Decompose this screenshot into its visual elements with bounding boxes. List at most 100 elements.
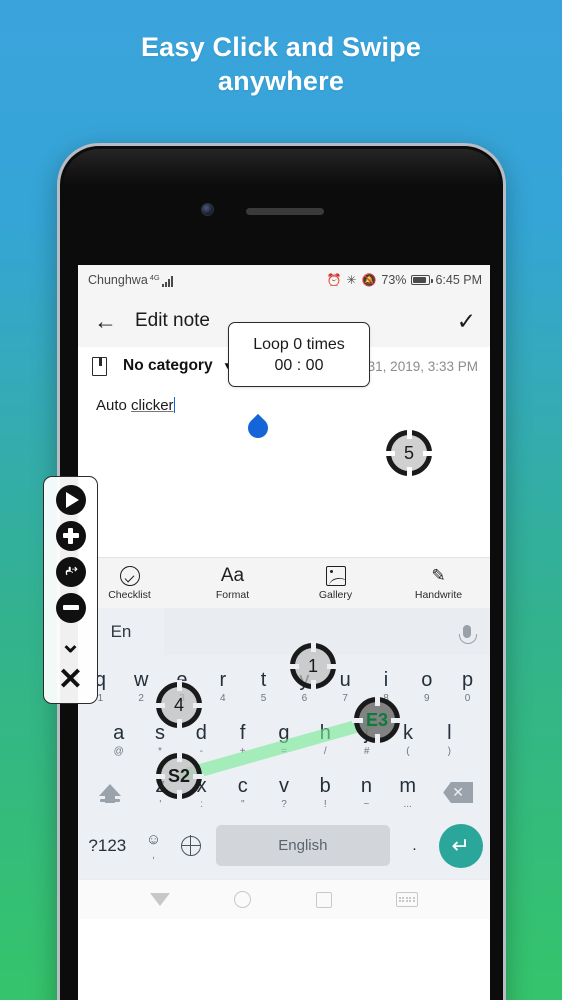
floating-control-panel[interactable]: ⌄ ✕ bbox=[43, 476, 98, 704]
checklist-icon bbox=[119, 565, 140, 586]
click-target-5[interactable]: 5 bbox=[384, 428, 434, 478]
collapse-button[interactable]: ⌄ bbox=[52, 627, 90, 660]
toolbar-label-handwrite: Handwrite bbox=[414, 588, 463, 601]
enter-return-icon: ↵ bbox=[438, 823, 483, 868]
target-tick-right bbox=[327, 663, 338, 669]
spacebar-key[interactable]: English bbox=[216, 825, 390, 866]
key-sublabel: @ bbox=[113, 745, 124, 757]
nav-keyboard-icon[interactable] bbox=[395, 892, 418, 907]
toolbar-item-gallery[interactable]: Gallery bbox=[284, 565, 387, 601]
headline-line-1: Easy Click and Swipe bbox=[140, 32, 422, 62]
note-text-plain: Auto bbox=[96, 397, 132, 414]
target-tick-left bbox=[384, 450, 395, 456]
text-caret bbox=[173, 397, 176, 413]
key-sublabel: 0 bbox=[464, 692, 471, 704]
target-tick-right bbox=[193, 773, 204, 779]
nav-back-icon[interactable] bbox=[150, 893, 171, 906]
nav-home-icon[interactable] bbox=[234, 891, 252, 908]
target-tick-left bbox=[154, 773, 165, 779]
key-sublabel: * bbox=[158, 745, 162, 757]
swipe-gesture-icon bbox=[55, 556, 86, 587]
nav-recents-icon[interactable] bbox=[315, 891, 332, 908]
toolbar-item-format[interactable]: Aa Format bbox=[181, 565, 284, 601]
voice-input-button[interactable] bbox=[444, 625, 490, 644]
note-text-misspelled: clicker bbox=[131, 397, 174, 414]
key-label: f bbox=[239, 721, 246, 744]
key-c[interactable]: c " bbox=[222, 766, 263, 819]
key-label: u bbox=[339, 668, 351, 691]
promo-screenshot: Easy Click and Swipe anywhere Chunghwa 4… bbox=[0, 0, 562, 1000]
loop-count-label: Loop 0 times bbox=[253, 335, 345, 353]
backspace-key[interactable]: ✕ bbox=[428, 766, 488, 819]
shift-key[interactable] bbox=[80, 766, 140, 819]
key-label: w bbox=[133, 668, 149, 691]
minus-icon bbox=[55, 592, 86, 623]
key-label: i bbox=[383, 668, 389, 691]
add-click-button[interactable] bbox=[52, 519, 90, 552]
note-body[interactable]: Auto clicker 5 bbox=[78, 385, 490, 557]
loop-overlay-card[interactable]: Loop 0 times 00 : 00 bbox=[228, 322, 370, 387]
key-sublabel: - bbox=[199, 745, 203, 757]
phone-screen: Chunghwa 4G ⏰ ✳ 🔕 73% 6:45 PM ← Edit not… bbox=[78, 265, 490, 1000]
key-p[interactable]: p0 bbox=[447, 660, 488, 713]
key-v[interactable]: v? bbox=[263, 766, 304, 819]
key-sublabel: ' bbox=[159, 798, 162, 810]
key-label: v bbox=[279, 774, 290, 797]
target-tick-top bbox=[406, 428, 412, 439]
target-tick-left bbox=[154, 702, 165, 708]
arrow-back-icon[interactable]: ← bbox=[94, 309, 117, 333]
enter-key[interactable]: ↵ bbox=[433, 819, 488, 872]
key-sublabel: ? bbox=[281, 798, 287, 810]
note-toolbar: Checklist Aa Format Gallery ✎ Handwrite bbox=[78, 557, 490, 608]
play-button[interactable] bbox=[52, 483, 90, 516]
target-tick-bottom bbox=[374, 734, 380, 745]
status-bar-left: Chunghwa 4G bbox=[88, 273, 173, 287]
remove-button[interactable] bbox=[52, 591, 90, 624]
backspace-icon: ✕ bbox=[443, 782, 474, 803]
key-label: . bbox=[412, 837, 417, 854]
on-screen-keyboard: q1 w2 e3 r4 t5 y6 u7 i8 o9 p0 a@ s* d- f… bbox=[78, 641, 490, 879]
status-bar-right: ⏰ ✳ 🔕 73% 6:45 PM bbox=[326, 273, 482, 287]
click-target-1[interactable]: 1 bbox=[288, 641, 338, 691]
key-sublabel: ! bbox=[323, 798, 327, 810]
key-t[interactable]: t5 bbox=[243, 660, 284, 713]
note-text[interactable]: Auto clicker bbox=[96, 397, 476, 414]
click-target-4[interactable]: 4 bbox=[154, 680, 204, 730]
key-b[interactable]: b! bbox=[305, 766, 346, 819]
language-switch-key[interactable] bbox=[172, 819, 210, 872]
key-sublabel: 2 bbox=[138, 692, 144, 704]
target-tick-top bbox=[176, 751, 182, 762]
category-label[interactable]: No category bbox=[123, 357, 213, 375]
swipe-end-target-3[interactable]: E3 bbox=[352, 695, 402, 745]
emoji-icon: ☺ bbox=[145, 830, 162, 848]
keyboard-row-3: z' x: c" v? b! n~ m... ✕ bbox=[80, 766, 488, 819]
symbols-key[interactable]: ?123 bbox=[80, 819, 135, 872]
key-n[interactable]: n ~ bbox=[346, 766, 387, 819]
key-o[interactable]: o9 bbox=[406, 660, 447, 713]
key-m[interactable]: m... bbox=[387, 766, 428, 819]
key-label: p bbox=[462, 668, 474, 691]
toolbar-label-format: Format bbox=[215, 588, 250, 601]
page-title-label: Edit note bbox=[135, 310, 210, 331]
key-sublabel: 5 bbox=[260, 692, 267, 704]
key-l[interactable]: l) bbox=[429, 713, 470, 766]
emoji-key[interactable]: ☺, bbox=[135, 819, 173, 872]
key-a[interactable]: a @ bbox=[98, 713, 139, 766]
target-number: S2 bbox=[167, 765, 191, 786]
target-number: 4 bbox=[173, 694, 184, 715]
target-tick-top bbox=[176, 680, 182, 691]
add-swipe-button[interactable] bbox=[52, 555, 90, 588]
checkmark-icon[interactable]: ✓ bbox=[457, 309, 476, 333]
key-r[interactable]: r4 bbox=[202, 660, 243, 713]
key-label: s bbox=[154, 721, 165, 744]
key-label: m bbox=[399, 774, 416, 797]
system-navigation-bar bbox=[78, 879, 490, 919]
close-button[interactable]: ✕ bbox=[52, 663, 90, 696]
keyboard-row-4: ?123 ☺, English . ↵ bbox=[80, 819, 488, 872]
loop-timer-label: 00 : 00 bbox=[274, 356, 324, 374]
text-cursor-handle[interactable] bbox=[243, 413, 273, 443]
toolbar-item-handwrite[interactable]: ✎ Handwrite bbox=[387, 566, 490, 601]
swipe-start-target-2[interactable]: S2 bbox=[154, 751, 204, 801]
key-sublabel: 9 bbox=[423, 692, 430, 704]
period-key[interactable]: . bbox=[396, 819, 434, 872]
